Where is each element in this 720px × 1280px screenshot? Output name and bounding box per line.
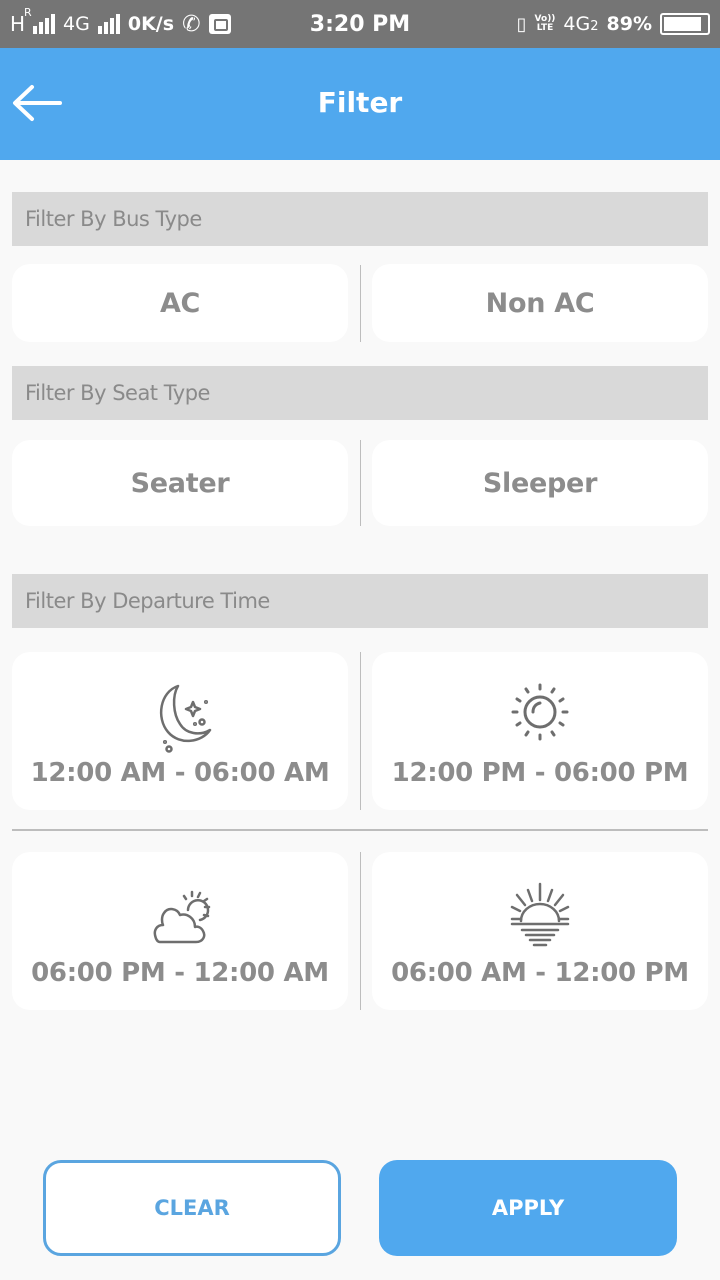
clear-button[interactable]: CLEAR — [43, 1160, 341, 1256]
page-title: Filter — [317, 86, 403, 119]
signal-icon — [33, 14, 56, 34]
option-non-ac[interactable]: Non AC — [372, 264, 708, 342]
option-label: Seater — [130, 467, 230, 499]
row-divider — [12, 829, 708, 831]
vibrate-icon: ▯ — [516, 13, 527, 35]
network-type-3: 4G2 — [563, 13, 599, 35]
app-bar: Filter — [0, 48, 720, 160]
sunrise-icon — [510, 882, 570, 947]
battery-icon — [660, 13, 710, 35]
option-label: Non AC — [485, 287, 595, 319]
option-seater[interactable]: Seater — [12, 440, 348, 526]
option-label: 12:00 AM - 06:00 AM — [30, 758, 330, 788]
option-time-night[interactable]: 12:00 AM - 06:00 AM — [12, 652, 348, 810]
option-time-afternoon[interactable]: 12:00 PM - 06:00 PM — [372, 652, 708, 810]
whatsapp-icon: ✆ — [182, 11, 201, 37]
status-bar: HR 4G 0K/s ✆ 3:20 PM ▯ Vo)) LTE 4G2 89% — [0, 0, 720, 48]
option-time-morning[interactable]: 06:00 AM - 12:00 PM — [372, 852, 708, 1010]
arrow-left-icon — [13, 85, 62, 121]
option-label: 06:00 PM - 12:00 AM — [31, 958, 329, 988]
option-label: 06:00 AM - 12:00 PM — [391, 958, 689, 988]
battery-percent: 89% — [606, 13, 652, 35]
divider — [360, 265, 361, 342]
back-button[interactable] — [10, 78, 64, 128]
section-header-seat-type: Filter By Seat Type — [12, 366, 708, 420]
option-ac[interactable]: AC — [12, 264, 348, 342]
divider — [360, 652, 361, 810]
signal-icon-2 — [97, 14, 120, 34]
moon-stars-icon — [159, 684, 212, 753]
mail-icon — [208, 14, 231, 34]
option-time-evening[interactable]: 06:00 PM - 12:00 AM — [12, 852, 348, 1010]
status-right: ▯ Vo)) LTE 4G2 89% — [517, 13, 710, 35]
network-type-2: 4G — [63, 13, 90, 35]
status-left: HR 4G 0K/s ✆ — [10, 6, 231, 37]
divider — [360, 440, 361, 526]
battery-fill — [664, 17, 702, 31]
network-type-1: HR — [10, 6, 32, 36]
sun-icon — [511, 683, 569, 741]
section-header-bus-type: Filter By Bus Type — [12, 192, 708, 246]
section-header-departure-time: Filter By Departure Time — [12, 574, 708, 628]
option-label: Sleeper — [482, 467, 598, 499]
apply-button[interactable]: APPLY — [379, 1160, 677, 1256]
option-label: AC — [159, 287, 201, 319]
cloud-sun-icon — [153, 890, 211, 944]
option-label: 12:00 PM - 06:00 PM — [391, 758, 689, 788]
data-speed: 0K/s — [127, 13, 175, 35]
divider — [360, 852, 361, 1010]
volte-icon: Vo)) LTE — [534, 14, 556, 33]
option-sleeper[interactable]: Sleeper — [372, 440, 708, 526]
